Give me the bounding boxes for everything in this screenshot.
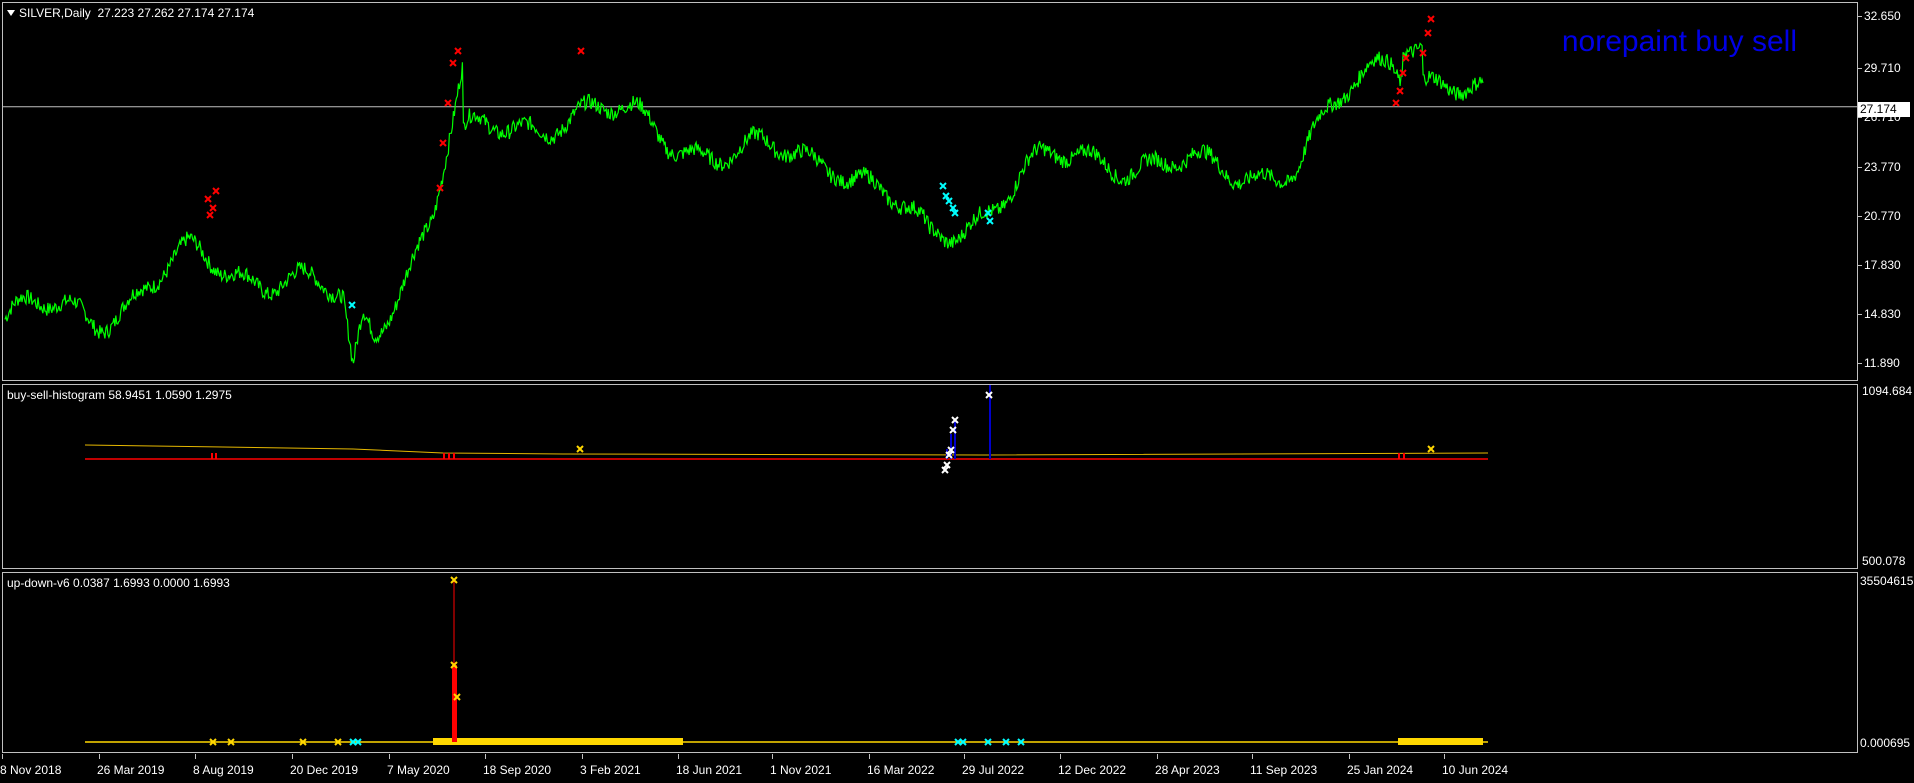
buy-signal-marker [939, 182, 947, 190]
sell-signal-marker [1399, 69, 1407, 77]
histogram-bar [211, 453, 213, 459]
time-tick-label: 28 Apr 2023 [1155, 763, 1220, 777]
time-tick-label: 3 Feb 2021 [580, 763, 641, 777]
histogram-marker [1427, 445, 1435, 453]
sell-signal-marker [204, 195, 212, 203]
histogram-pane[interactable]: buy-sell-histogram 58.9451 1.0590 1.2975 [2, 384, 1858, 569]
sell-signal-marker [209, 204, 217, 212]
updown-pane[interactable]: up-down-v6 0.0387 1.6993 0.0000 1.6993 [2, 572, 1858, 753]
time-tick-mark [1252, 754, 1253, 759]
histogram-bar [453, 453, 455, 459]
time-tick-label: 10 Jun 2024 [1442, 763, 1509, 777]
time-tick-mark [2, 754, 3, 759]
time-axis[interactable]: 8 Nov 2018 26 Mar 2019 8 Aug 2019 20 Dec 20… [0, 754, 1858, 783]
histogram-axis[interactable]: 1094.684 500.078 [1858, 384, 1914, 569]
time-tick-mark [485, 754, 486, 759]
symbol-name: SILVER,Daily [19, 6, 91, 20]
updown-axis[interactable]: 35504615 0.000695 [1858, 572, 1914, 753]
price-line [4, 42, 1484, 364]
histogram-bar [215, 453, 217, 459]
price-axis[interactable]: 32.650 29.710 26.710 23.770 20.770 17.83… [1858, 2, 1914, 381]
time-tick-mark [292, 754, 293, 759]
sell-signal-marker [1392, 99, 1400, 107]
watermark-text: norepaint buy sell [1561, 25, 1797, 58]
updown-title: up-down-v6 0.0387 1.6993 0.0000 1.6993 [7, 576, 230, 590]
price-tick: 11.890 [1864, 356, 1900, 370]
price-tick: 14.830 [1864, 307, 1901, 321]
histogram-tick: 500.078 [1862, 554, 1906, 568]
price-tick: 23.770 [1864, 160, 1901, 174]
sell-signal-marker [1427, 15, 1435, 23]
histogram-bar [1398, 453, 1400, 459]
ohlc-values: 27.223 27.262 27.174 27.174 [97, 6, 255, 20]
sell-signal-marker [449, 59, 457, 67]
price-tick: 32.650 [1864, 9, 1901, 23]
time-tick-label: 20 Dec 2019 [290, 763, 359, 777]
time-tick-label: 11 Sep 2023 [1250, 763, 1318, 777]
updown-band [433, 738, 683, 745]
current-price-label: 27.174 [1858, 102, 1910, 117]
histogram-tick: 1094.684 [1862, 384, 1913, 398]
sell-signal-marker [444, 99, 452, 107]
sell-signal-marker [577, 47, 585, 55]
buy-signal-marker [348, 301, 356, 309]
histogram-marker [576, 445, 584, 453]
time-tick-mark [1157, 754, 1158, 759]
time-tick-label: 7 May 2020 [387, 763, 450, 777]
time-tick-label: 25 Jan 2024 [1347, 763, 1414, 777]
sell-signal-marker [454, 47, 462, 55]
updown-tick: 0.000695 [1860, 736, 1911, 750]
histogram-level-line [84, 444, 1489, 456]
sell-signal-marker [1424, 29, 1432, 37]
updown-canvas [85, 576, 1488, 746]
time-tick-label: 8 Aug 2019 [193, 763, 254, 777]
time-tick-mark [582, 754, 583, 759]
time-tick-mark [195, 754, 196, 759]
symbol-header: SILVER,Daily 27.223 27.262 27.174 27.174 [7, 6, 254, 20]
dropdown-arrow-icon[interactable] [7, 10, 15, 16]
histogram-canvas [84, 385, 1489, 474]
time-tick-label: 29 Jul 2022 [962, 763, 1025, 777]
price-chart-pane[interactable]: SILVER,Daily 27.223 27.262 27.174 27.174… [2, 2, 1858, 381]
histogram-title: buy-sell-histogram 58.9451 1.0590 1.2975 [7, 388, 232, 402]
time-tick-label: 18 Sep 2020 [483, 763, 552, 777]
time-tick-mark [772, 754, 773, 759]
time-tick-label: 8 Nov 2018 [0, 763, 62, 777]
time-tick-mark [1349, 754, 1350, 759]
time-tick-mark [678, 754, 679, 759]
time-tick-label: 26 Mar 2019 [97, 763, 165, 777]
time-tick-mark [869, 754, 870, 759]
updown-tick: 35504615 [1860, 574, 1914, 588]
time-tick-mark [389, 754, 390, 759]
time-tick-mark [99, 754, 100, 759]
time-tick-mark [1060, 754, 1061, 759]
time-tick-label: 16 Mar 2022 [867, 763, 935, 777]
updown-spike-bar [452, 665, 457, 742]
buy-signal-marker [986, 217, 994, 225]
price-tick: 20.770 [1864, 209, 1901, 223]
sell-signal-marker [1396, 87, 1404, 95]
time-tick-mark [964, 754, 965, 759]
sell-signal-marker [206, 211, 214, 219]
histogram-bar [1403, 453, 1405, 459]
price-tick: 29.710 [1864, 61, 1901, 75]
updown-band [1398, 738, 1483, 745]
time-tick-label: 12 Dec 2022 [1058, 763, 1127, 777]
sell-signal-marker [439, 139, 447, 147]
price-tick: 17.830 [1864, 258, 1901, 272]
price-chart-canvas [3, 15, 1857, 364]
time-tick-mark [1444, 754, 1445, 759]
time-tick-label: 1 Nov 2021 [770, 763, 832, 777]
histogram-bar [443, 453, 445, 459]
sell-signal-marker [212, 187, 220, 195]
time-tick-label: 18 Jun 2021 [676, 763, 743, 777]
histogram-bar [448, 453, 450, 459]
